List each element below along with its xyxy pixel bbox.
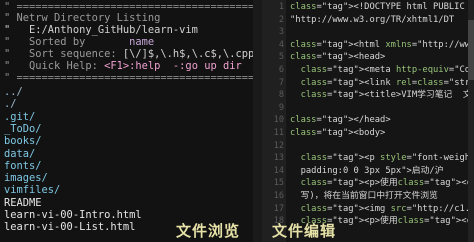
quick-help-label: " Quick Help: [4, 60, 98, 72]
sorted-value: name [129, 36, 155, 48]
directory-entry[interactable]: .git/ [4, 111, 35, 124]
code-line[interactable]: class="tag"><meta http-equiv="Conten [290, 65, 474, 77]
pane-caption-edit: 文件编辑 [272, 222, 337, 241]
line-number: 3 [278, 27, 284, 38]
line-number: 1 [278, 2, 284, 12]
code-line[interactable]: class="tag"><link rel=class="str">"style… [290, 78, 474, 90]
sort-seq-value: [\/]$,\.h$,\.c$,\.cpp$,* [122, 48, 253, 60]
directory-entry[interactable]: ../ [4, 86, 23, 99]
banner-bottom: " ======================================… [4, 72, 253, 84]
directory-entry[interactable]: images/ [4, 172, 48, 185]
file-entry[interactable]: learn-vi-00-List.html [4, 221, 135, 234]
line-number: 16 [273, 191, 284, 201]
code-line[interactable]: class="tag"><p>使用class="tag"><code class… [290, 178, 474, 190]
code-line[interactable]: class="tag"><html xmlns="http://www.w3.o… [290, 40, 474, 52]
code-line[interactable]: 写)，将在当前窗口中打开文件浏览 [290, 191, 438, 203]
line-number: 4 [278, 39, 284, 50]
directory-entry[interactable]: ./ [4, 98, 17, 111]
line-number: 17 [273, 203, 284, 214]
code-line[interactable]: class="tag"><img src="http://c1.staticfl… [290, 204, 474, 216]
line-number: 5 [278, 52, 284, 63]
editor-pane[interactable]: 1 class="tag"><!DOCTYPE html PUBLIC "-//W… [262, 0, 474, 242]
directory-entry[interactable]: _ToDo/ [4, 123, 42, 136]
line-number: 7 [278, 77, 284, 88]
code-line[interactable]: padding:0 0 3px 5px">启动/沪 [290, 166, 444, 178]
directory-entry[interactable]: data/ [4, 148, 35, 161]
code-line[interactable]: class="tag"><body> [290, 128, 385, 140]
line-number: 13 [273, 153, 284, 164]
quick-help-value: <F1>:help -:go up dir D: [104, 60, 253, 72]
file-entry[interactable]: README [4, 197, 42, 210]
line-number: 8 [278, 90, 284, 101]
pane-divider[interactable] [253, 0, 262, 242]
code-line[interactable]: class="tag"></head> [290, 115, 391, 127]
directory-entry[interactable]: books/ [4, 135, 42, 148]
sorted-label: " Sorted by [4, 36, 86, 48]
file-entry[interactable]: learn-vi-00-Intro.html [4, 209, 142, 222]
code-line[interactable]: "http://www.w3.org/TR/xhtml1/DT [290, 15, 454, 27]
line-number: 12 [273, 140, 284, 151]
pane-caption-browse: 文件浏览 [176, 222, 241, 241]
sort-seq-label: " Sort sequence: [4, 48, 117, 60]
line-number: 14 [273, 165, 284, 176]
line-number: 2 [278, 14, 284, 25]
code-line[interactable]: class="tag"><!DOCTYPE html PUBLIC "-//W3… [290, 2, 474, 14]
code-line[interactable]: class="tag"><p style="font-weight:b [290, 153, 474, 165]
directory-entry[interactable]: vimfiles/ [4, 185, 60, 197]
line-number: 11 [273, 128, 284, 138]
scrollbar-thumb[interactable] [468, 20, 474, 80]
code-line[interactable]: class="tag"><title>VIM学习笔记 文件 [290, 90, 474, 102]
listing-title-text: " Netrw Directory Listing [4, 12, 161, 24]
line-number: 9 [278, 102, 284, 113]
scrollbar[interactable] [468, 0, 474, 242]
line-number: 15 [273, 178, 284, 189]
code-line[interactable]: class="tag"><head> [290, 52, 385, 64]
line-number: 6 [278, 65, 284, 75]
path-text: " E:/Anthony_GitHub/learn-vim [4, 24, 198, 36]
netrw-file-browser-pane[interactable]: " ======================================… [0, 0, 253, 242]
directory-entry[interactable]: fonts/ [4, 160, 42, 173]
line-number: 10 [273, 115, 284, 126]
